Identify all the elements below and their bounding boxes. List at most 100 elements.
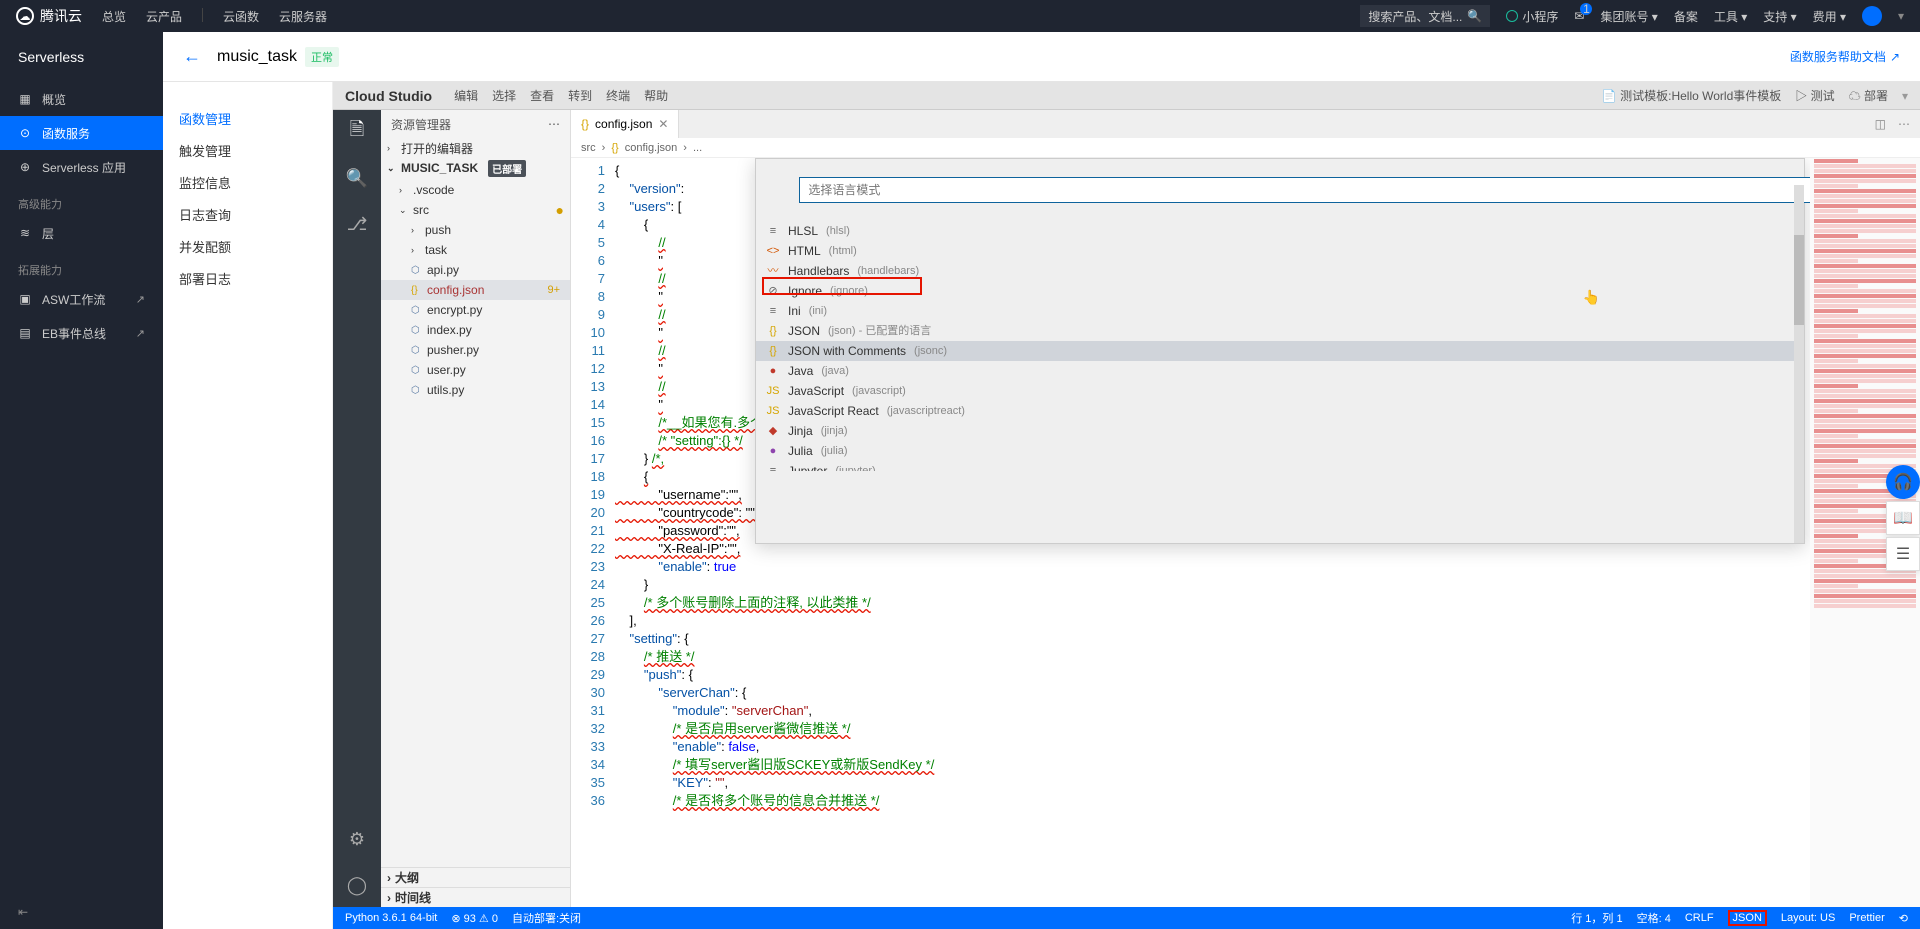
subnav-item[interactable]: 部署日志 [163,262,332,294]
close-tab-icon[interactable]: ✕ [658,117,668,131]
deploy-button[interactable]: ☁ 部署 [1849,87,1888,104]
file-item[interactable]: ⬡index.py [381,320,570,340]
subnav-item[interactable]: 日志查询 [163,198,332,230]
language-option[interactable]: ●Java (java) [756,361,1804,381]
sidebar-item[interactable]: ⊕Serverless 应用 [0,150,163,184]
breadcrumb[interactable]: src › {} config.json › ... [571,138,1920,158]
support-link[interactable]: 支持 ▾ [1763,8,1796,25]
outline-section[interactable]: ›大纲 [381,867,570,887]
language-option[interactable]: 〰Handlebars (handlebars) [756,261,1804,281]
explorer-more-icon[interactable]: ⋯ [548,117,560,131]
split-editor-icon[interactable]: ◫ [1875,117,1886,131]
test-button[interactable]: ▷ 测试 [1795,87,1834,104]
collapse-sidebar-button[interactable]: ⇤ [0,895,163,929]
avatar-chevron[interactable]: ▾ [1898,9,1904,23]
language-mode[interactable]: JSON [1728,910,1767,926]
project-root[interactable]: ⌄MUSIC_TASK已部署 [381,158,570,178]
language-search-input[interactable] [799,177,1810,203]
ide-menu-item[interactable]: 终端 [606,89,630,103]
keyboard-layout[interactable]: Layout: US [1781,912,1835,924]
nav-overview[interactable]: 总览 [102,8,126,25]
timeline-section[interactable]: ›时间线 [381,887,570,907]
language-option[interactable]: ◆Jinja (jinja) [756,421,1804,441]
billing-link[interactable]: 费用 ▾ [1813,8,1846,25]
python-version[interactable]: Python 3.6.1 64-bit [345,912,437,924]
subnav-item[interactable]: 监控信息 [163,166,332,198]
sidebar-item[interactable]: ≋层 [0,216,163,250]
ide-menu-item[interactable]: 编辑 [454,89,478,103]
search-activity-icon[interactable]: 🔍 [345,166,369,190]
global-search[interactable]: 搜索产品、文档... 🔍 [1360,5,1490,27]
avatar[interactable] [1862,6,1882,26]
tools-link[interactable]: 工具 ▾ [1714,8,1747,25]
more-icon[interactable]: ▾ [1902,89,1908,103]
settings-icon[interactable]: ⚙ [345,827,369,851]
sidebar-item[interactable]: ▦概览 [0,82,163,116]
folder-item[interactable]: ›push [381,220,570,240]
back-button[interactable]: ← [183,46,201,67]
file-item[interactable]: {}config.json9+ [381,280,570,300]
ide-menu-item[interactable]: 帮助 [644,89,668,103]
language-icon: {} [766,322,780,340]
scrollbar[interactable] [1794,185,1804,543]
file-item[interactable]: ⬡user.py [381,360,570,380]
file-item[interactable]: ⬡encrypt.py [381,300,570,320]
error-count[interactable]: ⊗ 93 ⚠ 0 [451,912,498,925]
language-option[interactable]: JSJavaScript (javascript) [756,381,1804,401]
line-ending[interactable]: CRLF [1685,912,1714,924]
subnav-item[interactable]: 触发管理 [163,134,332,166]
nav-cvm[interactable]: 云服务器 [279,8,327,25]
open-editors-section[interactable]: ›打开的编辑器 [381,138,570,158]
logo[interactable]: ☁ 腾讯云 [16,6,82,26]
account-icon[interactable]: ◯ [345,873,369,897]
language-option[interactable]: {}JSON (json) - 已配置的语言 [756,321,1804,341]
test-template[interactable]: 📄 测试模板:Hello World事件模板 [1602,87,1781,104]
account-link[interactable]: 集团账号 ▾ [1600,8,1657,25]
miniprogram-link[interactable]: 小程序 [1506,8,1558,25]
tree-item-label: src [413,203,429,217]
sidebar-item[interactable]: ▣ASW工作流↗ [0,282,163,316]
file-item[interactable]: ⬡api.py [381,260,570,280]
feedback-icon[interactable]: ⟲ [1899,912,1908,925]
language-option[interactable]: ●Julia (julia) [756,441,1804,461]
language-icon: ≡ [766,222,780,240]
support-chat-icon[interactable]: 🎧 [1886,465,1920,499]
beian-link[interactable]: 备案 [1674,8,1698,25]
language-option[interactable]: ≡Ini (ini) [756,301,1804,321]
ide-menu-item[interactable]: 转到 [568,89,592,103]
code-content[interactable]: { "version": "users": [ { // " // " // "… [615,158,1810,907]
language-option[interactable]: JSJavaScript React (javascriptreact) [756,401,1804,421]
subnav-item[interactable]: 并发配额 [163,230,332,262]
feedback-float-icon[interactable]: ☰ [1886,537,1920,571]
tab-config-json[interactable]: {} config.json ✕ [571,110,679,138]
auto-deploy-status[interactable]: 自动部署:关闭 [512,910,581,926]
nav-products[interactable]: 云产品 [146,8,182,25]
tab-more-icon[interactable]: ⋯ [1898,117,1910,131]
file-item[interactable]: ⬡pusher.py [381,340,570,360]
code-area[interactable]: 1234567891011121314151617181920212223242… [571,158,1920,907]
prettier-status[interactable]: Prettier [1849,912,1884,924]
language-option[interactable]: ≡HLSL (hlsl) [756,221,1804,241]
help-doc-link[interactable]: 函数服务帮助文档 ↗ [1790,48,1900,65]
ide-menu-item[interactable]: 选择 [492,89,516,103]
language-option[interactable]: {}JSON with Comments (jsonc) [756,341,1804,361]
language-option[interactable]: <>HTML (html) [756,241,1804,261]
language-option[interactable]: ⊘Ignore (ignore) [756,281,1804,301]
subnav-item[interactable]: 函数管理 [163,102,332,134]
mail-icon[interactable]: ✉1 [1574,9,1584,23]
indent-setting[interactable]: 空格: 4 [1637,910,1671,926]
explorer-icon[interactable]: 🗎 [345,120,369,144]
docs-float-icon[interactable]: 📖 [1886,501,1920,535]
source-control-icon[interactable]: ⎇ [345,212,369,236]
folder-item[interactable]: ›.vscode [381,180,570,200]
cursor-position[interactable]: 行 1，列 1 [1571,910,1622,926]
folder-item[interactable]: ›task [381,240,570,260]
sidebar-item[interactable]: ⊙函数服务 [0,116,163,150]
sidebar-item[interactable]: ▤EB事件总线↗ [0,316,163,350]
nav-scf[interactable]: 云函数 [223,8,259,25]
file-item[interactable]: ⬡utils.py [381,380,570,400]
language-hint: (handlebars) [857,262,919,280]
folder-item[interactable]: ⌄src● [381,200,570,220]
language-option[interactable]: ≡Jupyter (jupyter) [756,461,1804,471]
ide-menu-item[interactable]: 查看 [530,89,554,103]
